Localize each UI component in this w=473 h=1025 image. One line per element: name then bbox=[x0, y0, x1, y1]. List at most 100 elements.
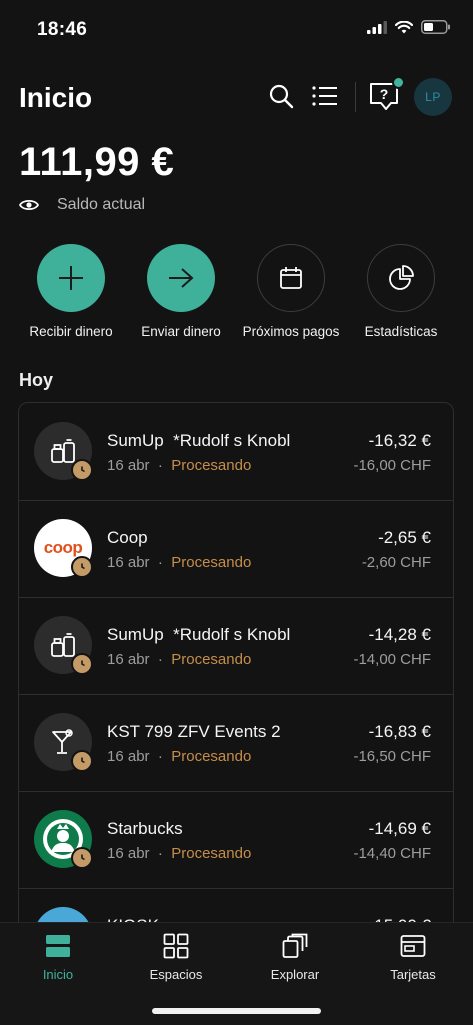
tab-label: Espacios bbox=[149, 967, 203, 982]
separator: · bbox=[157, 457, 163, 474]
original-amount: -2,60 CHF bbox=[361, 554, 431, 571]
balance-row: Saldo actual bbox=[19, 196, 145, 214]
shopping-icon bbox=[51, 439, 75, 463]
transaction-date: 16 abr bbox=[107, 457, 150, 474]
transaction-amount: -14,69 € bbox=[368, 819, 431, 838]
page-title: Inicio bbox=[19, 82, 93, 113]
transaction-row[interactable]: Starbucks 16 abr · Procesando -14,69 € -… bbox=[19, 791, 453, 889]
transaction-row[interactable]: coop Coop 16 abr · Procesando -2,65 € -2… bbox=[19, 500, 453, 598]
shopping-icon bbox=[51, 633, 75, 657]
tab-inicio[interactable]: Inicio bbox=[3, 933, 113, 982]
list-button[interactable] bbox=[309, 80, 341, 112]
transaction-status: Procesando bbox=[171, 845, 252, 862]
search-icon bbox=[269, 84, 294, 109]
tab-label: Explorar bbox=[270, 967, 320, 982]
transaction-meta: 16 abr · Procesando bbox=[107, 554, 251, 571]
statistics-circle bbox=[367, 244, 435, 312]
pending-clock-icon bbox=[71, 847, 93, 869]
transaction-date: 16 abr bbox=[107, 748, 150, 765]
separator: · bbox=[157, 845, 163, 862]
plus-icon bbox=[59, 266, 83, 290]
header-divider bbox=[355, 82, 356, 112]
transaction-amount: -16,83 € bbox=[368, 722, 431, 741]
header: Inicio ? LP bbox=[0, 70, 473, 126]
send-money-button[interactable]: Enviar dinero bbox=[126, 244, 236, 339]
merchant-name: SumUp *Rudolf s Knobl bbox=[107, 625, 291, 644]
transaction-row[interactable]: SumUp *Rudolf s Knobl 16 abr · Procesand… bbox=[19, 403, 453, 501]
avatar[interactable]: LP bbox=[414, 78, 452, 116]
transaction-status: Procesando bbox=[171, 651, 252, 668]
transaction-status: Procesando bbox=[171, 457, 252, 474]
merchant-name: Coop bbox=[107, 528, 148, 547]
original-amount: -16,00 CHF bbox=[353, 457, 431, 474]
status-time: 18:46 bbox=[37, 19, 88, 40]
pending-clock-icon bbox=[71, 750, 93, 772]
arrow-right-icon bbox=[169, 268, 194, 288]
explore-icon bbox=[282, 933, 308, 958]
transaction-status: Procesando bbox=[171, 554, 252, 571]
receive-money-circle bbox=[37, 244, 105, 312]
list-icon bbox=[312, 86, 337, 106]
action-label: Próximos pagos bbox=[242, 324, 340, 339]
calendar-icon bbox=[280, 267, 302, 289]
wifi-icon bbox=[395, 20, 413, 33]
transaction-row[interactable]: SumUp *Rudolf s Knobl 16 abr · Procesand… bbox=[19, 597, 453, 695]
transaction-date: 16 abr bbox=[107, 554, 150, 571]
transaction-meta: 16 abr · Procesando bbox=[107, 748, 251, 765]
transaction-status: Procesando bbox=[171, 748, 252, 765]
transaction-meta: 16 abr · Procesando bbox=[107, 457, 251, 474]
merchant-name: Starbucks bbox=[107, 819, 183, 838]
action-label: Estadísticas bbox=[364, 324, 438, 339]
original-amount: -16,50 CHF bbox=[353, 748, 431, 765]
balance-label: Saldo actual bbox=[57, 196, 146, 213]
original-amount: -14,40 CHF bbox=[353, 845, 431, 862]
transaction-amount: -2,65 € bbox=[378, 528, 431, 547]
separator: · bbox=[157, 651, 163, 668]
cocktail-icon bbox=[52, 729, 73, 754]
coop-logo-text: coop bbox=[43, 538, 83, 557]
transactions-list: SumUp *Rudolf s Knobl 16 abr · Procesand… bbox=[18, 402, 454, 944]
merchant-name: KST 799 ZFV Events 2 bbox=[107, 722, 281, 741]
tab-label: Tarjetas bbox=[390, 967, 436, 982]
receive-money-button[interactable]: Recibir dinero bbox=[16, 244, 126, 339]
transaction-meta: 16 abr · Procesando bbox=[107, 845, 251, 862]
signal-icon bbox=[367, 20, 387, 34]
send-money-circle bbox=[147, 244, 215, 312]
spaces-icon bbox=[163, 933, 189, 959]
statistics-button[interactable]: Estadísticas bbox=[346, 244, 456, 339]
separator: · bbox=[157, 554, 163, 571]
upcoming-payments-button[interactable]: Próximos pagos bbox=[236, 244, 346, 339]
search-button[interactable] bbox=[265, 80, 297, 112]
svg-text:?: ? bbox=[380, 86, 389, 102]
cards-icon bbox=[400, 935, 426, 957]
quick-actions: Recibir dinero Enviar dinero Próximos pa… bbox=[0, 244, 473, 354]
tab-espacios[interactable]: Espacios bbox=[121, 933, 231, 982]
upcoming-payments-circle bbox=[257, 244, 325, 312]
battery-icon bbox=[421, 20, 450, 34]
tab-tarjetas[interactable]: Tarjetas bbox=[358, 933, 468, 982]
transaction-amount: -14,28 € bbox=[368, 625, 431, 644]
pending-clock-icon bbox=[71, 556, 93, 578]
section-title: Hoy bbox=[19, 370, 54, 390]
original-amount: -14,00 CHF bbox=[353, 651, 431, 668]
tab-label: Inicio bbox=[42, 967, 74, 982]
status-icons bbox=[367, 20, 451, 34]
notification-dot bbox=[392, 76, 405, 89]
home-indicator[interactable] bbox=[152, 1008, 321, 1014]
pie-chart-icon bbox=[389, 265, 414, 290]
transaction-date: 16 abr bbox=[107, 651, 150, 668]
merchant-name: SumUp *Rudolf s Knobl bbox=[107, 431, 291, 450]
transaction-meta: 16 abr · Procesando bbox=[107, 651, 251, 668]
transaction-date: 16 abr bbox=[107, 845, 150, 862]
balance-amount: 111,99 € bbox=[19, 140, 175, 184]
status-bar: 18:46 bbox=[0, 0, 473, 56]
transaction-amount: -16,32 € bbox=[368, 431, 431, 450]
separator: · bbox=[157, 748, 163, 765]
tab-explorar[interactable]: Explorar bbox=[240, 933, 350, 982]
home-icon bbox=[46, 935, 70, 957]
transaction-row[interactable]: KST 799 ZFV Events 2 16 abr · Procesando… bbox=[19, 694, 453, 792]
eye-icon[interactable] bbox=[19, 198, 39, 212]
action-label: Enviar dinero bbox=[141, 324, 221, 339]
action-label: Recibir dinero bbox=[29, 324, 113, 339]
pending-clock-icon bbox=[71, 653, 93, 675]
